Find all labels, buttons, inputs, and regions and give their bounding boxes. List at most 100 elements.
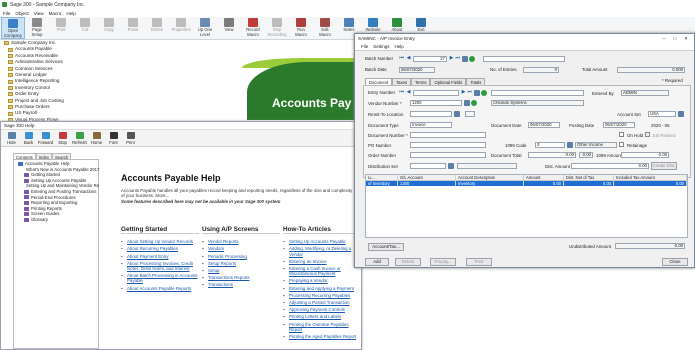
new-icon[interactable] [469,56,475,62]
toolbar-button-up-one-level[interactable]: Up One Level [193,17,217,39]
help-link[interactable]: About Accounts Payable Reports [121,286,199,291]
dist-amount-field[interactable]: 0.00 [571,163,649,169]
help-tool-refresh[interactable]: Refresh [71,130,88,145]
document-number-field[interactable] [410,132,486,138]
finder-icon[interactable] [462,56,468,62]
col-dist-net-of-tax[interactable]: Dist. Net of Tax [564,175,614,180]
help-link[interactable]: Transactions [202,282,280,287]
toolbar-button-delete[interactable]: Delete [145,17,169,39]
help-link[interactable]: Adding, Modifying, or Deleting a Vendor [283,246,361,256]
delete-button[interactable]: Delete [395,258,421,266]
toolbar-button-view[interactable]: View [217,17,241,39]
distribution-finder-icon[interactable] [448,163,454,169]
help-link[interactable]: Transactions Reports [202,275,280,280]
help-tool-font[interactable]: Font [105,130,122,145]
order-number-field[interactable] [410,152,486,158]
ap-menu-help[interactable]: Help [395,44,404,49]
help-link[interactable]: Prepaying a Vendor [283,278,361,283]
prepay-button[interactable]: Prepay... [430,258,456,266]
help-link[interactable]: Printing the Aged Payables Report [283,334,361,339]
entry-description-field[interactable] [491,90,584,96]
toolbar-button-run-macro[interactable]: Run Macro [289,17,313,39]
table-row[interactable]: of Inventory 1300 Inventory 0.00 0.00 0.… [366,181,687,186]
ap-menu-file[interactable]: File [361,44,368,49]
toolbar-button-stop-recording[interactable]: Stop Recording [265,17,289,39]
batch-description-field[interactable] [483,56,565,62]
menu-help[interactable]: Help [66,11,75,16]
help-link[interactable]: About Payment Entry [121,254,199,259]
entry-next-icon[interactable]: ▶ [461,90,466,95]
job-related-checkbox[interactable] [645,132,650,137]
toc-item[interactable]: Glossary [14,217,98,223]
help-link[interactable]: Adjusting a Posted Transaction [283,300,361,305]
help-link[interactable]: About Recurring Payables [121,246,199,251]
help-link[interactable]: Periodic Processing [202,254,280,259]
help-tool-forward[interactable]: Forward [37,130,54,145]
previous-icon[interactable]: ◀ [406,56,411,61]
help-link[interactable]: About Batch Processing in Accounts Payab… [121,273,199,283]
add-button[interactable]: Add [365,258,389,266]
next-icon[interactable]: ▶ [449,56,454,61]
entry-previous-icon[interactable]: ◀ [406,90,411,95]
code-1099-finder-icon[interactable] [567,142,573,148]
help-link[interactable]: Entering a Cash Invoice or Miscellaneous… [283,266,361,276]
amount-1099-value-field[interactable]: 0.00 [621,152,669,158]
col-included-tax[interactable]: Included Tax Amount [614,175,687,180]
entry-last-icon[interactable]: ⏭ [467,90,472,95]
distribution-set-field[interactable] [410,163,446,169]
help-link[interactable]: About Setting Up Vendor Records [121,239,199,244]
entry-first-icon[interactable]: ⏮ [399,90,404,95]
menu-view[interactable]: View [34,11,44,16]
help-link[interactable]: Setup [202,268,280,273]
entry-new-icon[interactable] [481,90,487,96]
help-tool-print[interactable]: Print [122,130,139,145]
create-dist-button[interactable]: Create Dist. [651,162,677,170]
document-type-select[interactable]: Invoice [410,122,452,128]
help-link[interactable]: Printing the Overdue Payables Report [283,322,361,332]
close-button[interactable]: Close [662,258,688,266]
vendor-number-field[interactable]: 1200 [410,100,462,106]
code-1099-field[interactable]: 3 [535,142,565,148]
document-date-field[interactable]: 06/07/2020 [528,122,560,128]
help-link[interactable]: Approving Payment Controls [283,307,361,312]
col-gl-account[interactable]: G/L Account [398,175,456,180]
minimize-icon[interactable]: – [663,36,666,42]
batch-number-field[interactable]: 27 [413,56,447,62]
menu-macro[interactable]: Macro [49,11,62,16]
last-icon[interactable]: ⏭ [455,56,460,61]
help-tool-back[interactable]: Back [20,130,37,145]
menu-file[interactable]: File [3,11,10,16]
col-account-description[interactable]: Account Description [456,175,524,180]
help-link[interactable]: Printing Letters and Labels [283,314,361,319]
toolbar-button-edit-macro[interactable]: Edit Macro [313,17,337,39]
toolbar-button-record-macro[interactable]: Record Macro [241,17,265,39]
retainage-checkbox[interactable] [619,142,624,147]
menu-object[interactable]: Object [15,11,28,16]
toolbar-button-print[interactable]: Print [49,17,73,39]
help-link[interactable]: About Processing Invoices, Credit Notes,… [121,261,199,271]
help-link[interactable]: Vendor Reports [202,239,280,244]
remit-finder-icon[interactable] [454,111,460,117]
account-tax-button[interactable]: Account/Tax... [368,243,404,251]
help-link[interactable]: Entering an Invoice [283,259,361,264]
help-tool-stop[interactable]: Stop [54,130,71,145]
on-hold-checkbox[interactable] [619,132,624,137]
entry-number-field[interactable] [413,90,459,96]
ap-menu-settings[interactable]: Settings [373,44,389,49]
toolbar-button-page-setup[interactable]: Page Setup [25,17,49,39]
maximize-icon[interactable]: □ [673,36,676,42]
help-link[interactable]: Processing Recurring Payables [283,293,361,298]
help-link[interactable]: Setup Reports [202,261,280,266]
toolbar-button-cut[interactable]: Cut [73,17,97,39]
help-tool-home[interactable]: Home [88,130,105,145]
document-total-field[interactable]: 0.00 [528,152,576,158]
account-set-finder-icon[interactable] [678,111,684,117]
close-icon[interactable]: ✕ [684,36,688,42]
help-link[interactable]: Setting Up Accounts Payable [283,239,361,244]
toolbar-button-open-company[interactable]: Open Company [1,17,25,39]
po-number-field[interactable] [410,142,486,148]
post-button[interactable]: Post [466,258,492,266]
help-link[interactable]: Vendors [202,246,280,251]
vendor-new-icon[interactable] [471,100,477,106]
first-icon[interactable]: ⏮ [399,56,404,61]
